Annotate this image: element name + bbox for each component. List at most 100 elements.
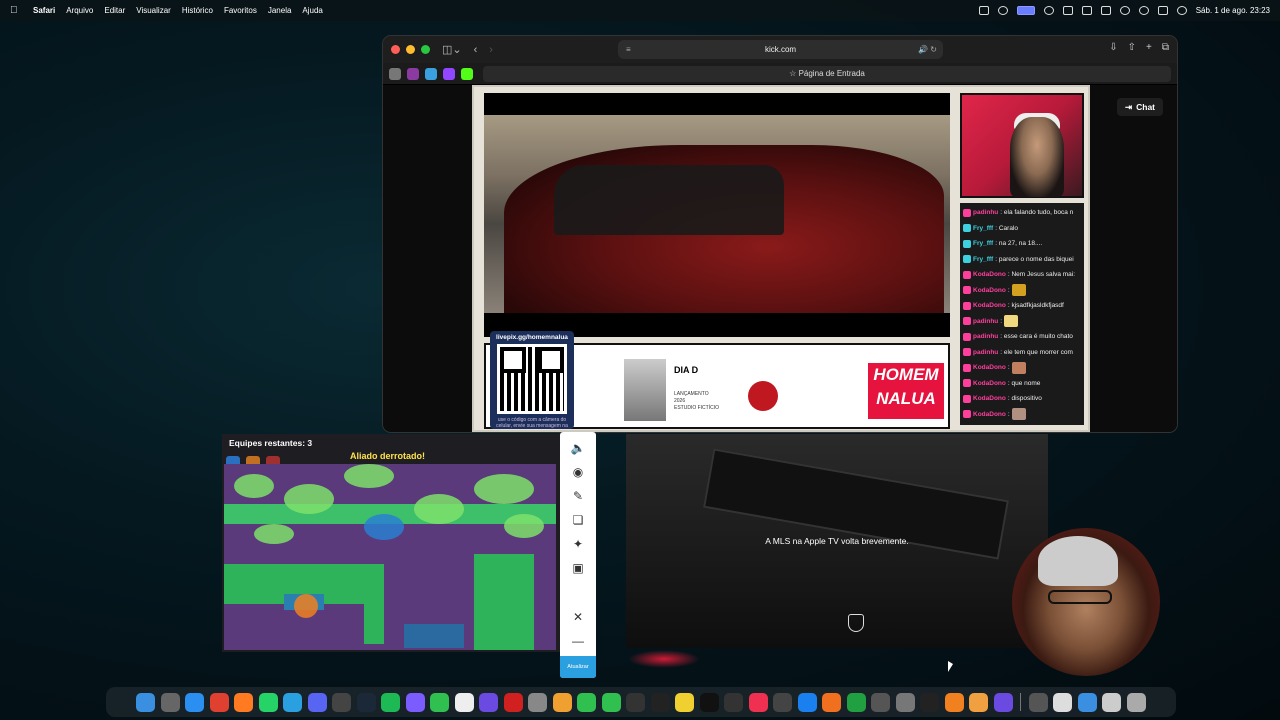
facetime-icon[interactable] [577, 692, 597, 712]
appletv-icon[interactable] [699, 692, 719, 712]
zoom-window-button[interactable] [421, 45, 430, 54]
menu-item-editar[interactable]: Editar [104, 6, 125, 15]
menu-item-arquivo[interactable]: Arquivo [66, 6, 93, 15]
browser-icon[interactable] [969, 692, 989, 712]
search-icon[interactable] [1138, 6, 1149, 15]
whatsapp-icon[interactable] [258, 692, 278, 712]
chat-username[interactable]: KodaDono [973, 395, 1006, 402]
bluetooth-icon[interactable] [1062, 6, 1073, 15]
calculator-icon[interactable] [871, 692, 891, 712]
chat-username[interactable]: padinhu [973, 349, 998, 356]
forward-icon[interactable]: › [489, 44, 493, 56]
trash-icon[interactable] [1126, 692, 1146, 712]
close-window-button[interactable] [391, 45, 400, 54]
display-icon[interactable]: ▣ [569, 559, 587, 577]
apple-menu-icon[interactable]:  [10, 5, 22, 16]
phone-icon[interactable] [601, 692, 621, 712]
chat-username[interactable]: Fry_fff [973, 256, 993, 263]
volume-icon[interactable]: 🔈 [569, 439, 587, 457]
chat-username[interactable]: padinhu [973, 333, 998, 340]
facecam-bubble[interactable] [1012, 528, 1160, 676]
stream-player[interactable]: padinhu: ela falando tudo, boca n Fry_fff… [472, 85, 1090, 432]
download-icon[interactable]: ⇩ [1109, 42, 1117, 53]
share-icon[interactable]: ⇧ [1128, 42, 1136, 53]
terminal-icon[interactable] [920, 692, 940, 712]
appstore-icon[interactable] [797, 692, 817, 712]
minimize-icon[interactable]: — [569, 632, 587, 650]
gpt-icon[interactable] [993, 692, 1013, 712]
chat-username[interactable]: padinhu [973, 318, 998, 325]
chat-username[interactable]: KodaDono [973, 287, 1006, 294]
claquete-icon[interactable] [773, 692, 793, 712]
chat-username[interactable]: Fry_fff [973, 225, 993, 232]
game-window[interactable]: Equipes restantes: 3 Aliado derrotado! [222, 434, 560, 652]
page-menu-icon[interactable]: ≡ [626, 45, 631, 54]
perplexity-icon[interactable] [479, 692, 499, 712]
spotify-icon[interactable] [381, 692, 401, 712]
photos-icon[interactable] [552, 692, 572, 712]
launchpad-icon[interactable] [160, 692, 180, 712]
obs-icon[interactable] [626, 692, 646, 712]
vlc-icon[interactable] [944, 692, 964, 712]
wifi-icon[interactable] [1119, 6, 1130, 15]
safari-icon[interactable] [185, 692, 205, 712]
record-icon[interactable]: ◉ [569, 463, 587, 481]
battery-icon[interactable] [1100, 6, 1111, 15]
scrivener-icon[interactable] [332, 692, 352, 712]
shortcuts-icon[interactable] [724, 692, 744, 712]
new-tab-icon[interactable]: + [1146, 42, 1152, 53]
clock-icon[interactable] [650, 692, 670, 712]
close-icon[interactable]: ✕ [569, 608, 587, 626]
finder-icon[interactable] [136, 692, 156, 712]
chat-username[interactable]: KodaDono [973, 302, 1006, 309]
firefox-icon[interactable] [234, 692, 254, 712]
favorite-icon[interactable] [425, 67, 437, 80]
numbers-icon[interactable] [846, 692, 866, 712]
chat-username[interactable]: KodaDono [973, 364, 1006, 371]
twitch-icon[interactable] [443, 67, 455, 80]
menu-clock[interactable]: Sáb. 1 de ago. 23:23 [1196, 6, 1270, 15]
status-icon[interactable] [978, 6, 989, 15]
folder-icon[interactable] [1028, 692, 1048, 712]
chat-username[interactable]: KodaDono [973, 380, 1006, 387]
document-icon[interactable] [1053, 692, 1073, 712]
menu-item-favoritos[interactable]: Favoritos [224, 6, 257, 15]
menu-item-historico[interactable]: Histórico [182, 6, 213, 15]
kick-icon[interactable] [1077, 692, 1097, 712]
chatgpt-icon[interactable] [454, 692, 474, 712]
chat-username[interactable]: padinhu [973, 209, 998, 216]
pen-icon[interactable]: ✎ [569, 487, 587, 505]
play-icon[interactable] [1043, 6, 1054, 15]
nuts-icon[interactable] [503, 692, 523, 712]
back-icon[interactable]: ‹ [474, 44, 478, 56]
kick-icon[interactable] [461, 67, 473, 80]
notes-icon[interactable] [675, 692, 695, 712]
menu-app-name[interactable]: Safari [33, 6, 55, 15]
chrome-icon[interactable] [209, 692, 229, 712]
menu-item-visualizar[interactable]: Visualizar [136, 6, 171, 15]
steam-icon[interactable] [356, 692, 376, 712]
downloads-icon[interactable] [1102, 692, 1122, 712]
discord-icon[interactable] [307, 692, 327, 712]
screenshot-icon[interactable] [528, 692, 548, 712]
chat-username[interactable]: KodaDono [973, 411, 1006, 418]
copy-icon[interactable]: ❏ [569, 511, 587, 529]
music-icon[interactable] [748, 692, 768, 712]
favorite-icon[interactable] [389, 67, 401, 80]
update-button[interactable]: Atualizar [560, 656, 596, 678]
siri-icon[interactable] [1176, 6, 1187, 15]
favorite-icon[interactable] [407, 67, 419, 80]
menu-item-janela[interactable]: Janela [268, 6, 292, 15]
reload-icon[interactable]: 🔊 ↻ [918, 45, 937, 54]
screen-mirroring-icon[interactable] [1016, 6, 1035, 15]
pin-icon[interactable]: ✦ [569, 535, 587, 553]
url-bar[interactable]: ≡ kick.com 🔊 ↻ [618, 40, 943, 59]
telegram-icon[interactable] [283, 692, 303, 712]
settings-icon[interactable] [895, 692, 915, 712]
chat-username[interactable]: Fry_fff [973, 240, 993, 247]
menu-item-ajuda[interactable]: Ajuda [302, 6, 322, 15]
tana-icon[interactable] [405, 692, 425, 712]
record-icon[interactable] [997, 6, 1008, 15]
apple-tv-window[interactable]: A MLS na Apple TV volta brevemente. [626, 434, 1048, 648]
pencil-icon[interactable] [822, 692, 842, 712]
